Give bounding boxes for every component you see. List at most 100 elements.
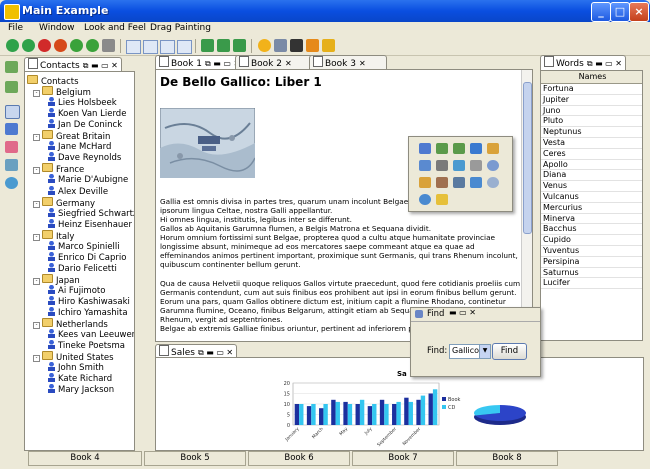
close-tab-icon[interactable]: ✕: [285, 59, 292, 68]
tab-book-4[interactable]: Book 4: [28, 451, 142, 466]
refresh-icon[interactable]: [86, 39, 99, 52]
table-row[interactable]: Apollo: [541, 160, 642, 171]
film-icon[interactable]: [436, 177, 448, 188]
collapse-icon[interactable]: -: [33, 90, 40, 98]
tree-contact[interactable]: Kees van Leeuwen: [48, 329, 134, 340]
menu-drag-painting[interactable]: Drag Painting: [150, 23, 211, 33]
panel-controls-icon[interactable]: ⧉ ▬ ▭ ✕: [198, 348, 233, 357]
tree-contact[interactable]: Jane McHard: [48, 141, 111, 152]
maximize-button[interactable]: □: [610, 2, 630, 22]
tree-contact[interactable]: Dave Reynolds: [48, 152, 121, 163]
redo-icon[interactable]: [70, 39, 83, 52]
add-icon[interactable]: [6, 39, 19, 52]
table-row[interactable]: Cupido: [541, 235, 642, 246]
notepad-icon[interactable]: [487, 143, 499, 154]
undo-icon[interactable]: [54, 39, 67, 52]
upload-icon[interactable]: [5, 61, 18, 73]
table-icon[interactable]: [160, 40, 175, 54]
tree-group[interactable]: - Germany: [33, 196, 95, 209]
link-icon[interactable]: [5, 159, 18, 171]
chart-icon[interactable]: [5, 123, 18, 135]
print-icon[interactable]: [102, 39, 115, 52]
document-icon[interactable]: [5, 105, 20, 119]
table-row[interactable]: Vesta: [541, 138, 642, 149]
collapse-icon[interactable]: -: [33, 277, 40, 285]
brush-icon[interactable]: [322, 39, 335, 52]
find-dialog[interactable]: Find ▬ ▭ ✕ Find: Gallico ▼ Find: [410, 307, 541, 377]
chevron-down-icon[interactable]: ▼: [479, 345, 490, 358]
tree-contact[interactable]: Mary Jackson: [48, 384, 114, 395]
table-row[interactable]: Neptunus: [541, 127, 642, 138]
close-tab-icon[interactable]: ✕: [359, 59, 366, 68]
tree-contact[interactable]: Marco Spinielli: [48, 240, 120, 252]
remove-icon[interactable]: [38, 39, 51, 52]
table-row[interactable]: Persipina: [541, 257, 642, 268]
table-row[interactable]: Juno: [541, 106, 642, 117]
panel-controls-icon[interactable]: ⧉ ▬ ▭ ✕: [587, 59, 622, 68]
collapse-icon[interactable]: -: [33, 355, 40, 363]
tab-book-5[interactable]: Book 5: [144, 451, 246, 466]
book-icon[interactable]: [470, 143, 482, 154]
person-icon[interactable]: [436, 194, 448, 205]
tree-group[interactable]: - Belgium: [33, 86, 91, 98]
tree-contact[interactable]: Dario Felicetti: [48, 262, 117, 274]
image-icon[interactable]: [453, 160, 465, 171]
panel-controls-icon[interactable]: ⧉ ▬ ▭ ✕: [83, 61, 118, 70]
close-button[interactable]: ×: [629, 2, 649, 22]
list-icon[interactable]: [177, 40, 192, 54]
table-row[interactable]: Vulcanus: [541, 192, 642, 203]
collapse-icon[interactable]: -: [33, 233, 40, 241]
globe-icon[interactable]: [5, 177, 18, 189]
tree-contact[interactable]: Heinz Eisenhauer: [48, 218, 132, 230]
tab-book-2[interactable]: Book 2 ✕: [235, 55, 313, 70]
table-row[interactable]: Venus: [541, 181, 642, 192]
sun-icon[interactable]: [258, 39, 271, 52]
find-button[interactable]: Find: [492, 343, 527, 360]
tree-contact[interactable]: Alex Deville: [48, 185, 108, 197]
collapse-icon[interactable]: -: [33, 322, 40, 330]
connect-icon[interactable]: [217, 39, 230, 52]
terminal-icon[interactable]: [290, 39, 303, 52]
table-row[interactable]: Fortuna: [541, 84, 642, 95]
clock-icon[interactable]: [419, 194, 431, 205]
table-row[interactable]: Mercurius: [541, 203, 642, 214]
collapse-icon[interactable]: -: [33, 167, 40, 175]
minimize-button[interactable]: _: [591, 2, 611, 22]
camera-icon[interactable]: [453, 177, 465, 188]
star-icon[interactable]: [306, 39, 319, 52]
tree-contact[interactable]: Jan De Coninck: [48, 119, 122, 130]
icon-palette[interactable]: [408, 136, 513, 212]
tab-words[interactable]: Words ⧉ ▬ ▭ ✕: [540, 55, 626, 70]
table-row[interactable]: Jupiter: [541, 95, 642, 106]
tree-contact[interactable]: Marie D'Aubigne: [48, 174, 128, 185]
tree-group[interactable]: - France: [33, 163, 84, 175]
tree-contact[interactable]: Enrico Di Caprio: [48, 251, 126, 263]
paperclip-icon[interactable]: [470, 160, 482, 171]
tree-root[interactable]: Contacts: [27, 75, 79, 87]
contacts-icon[interactable]: [419, 177, 431, 188]
panel-controls-icon[interactable]: ▬ ▭ ✕: [449, 308, 476, 317]
tree-contact[interactable]: Lies Holsbeek: [48, 97, 117, 108]
tree-group[interactable]: - Netherlands: [33, 318, 108, 330]
column-header-names[interactable]: Names: [541, 71, 642, 84]
tree-group[interactable]: - Great Britain: [33, 130, 110, 142]
table-row[interactable]: Bacchus: [541, 224, 642, 236]
tree-contact[interactable]: Tineke Poetsma: [48, 340, 125, 351]
disc-icon[interactable]: [487, 160, 499, 171]
book-scrollbar[interactable]: [521, 70, 532, 341]
check-icon[interactable]: [22, 39, 35, 52]
menu-file[interactable]: File: [8, 23, 23, 33]
table-row[interactable]: Ceres: [541, 149, 642, 160]
table-row[interactable]: Yuventus: [541, 246, 642, 257]
table-row[interactable]: Lucifer: [541, 278, 642, 290]
sales-panel[interactable]: Sa 0 5 10 15 20 January March May July September N…: [155, 357, 644, 451]
phone-icon[interactable]: [419, 160, 431, 171]
tab-book-3[interactable]: Book 3 ✕: [309, 55, 387, 70]
anchor-icon[interactable]: [274, 39, 287, 52]
tab-book-8[interactable]: Book 8: [456, 451, 558, 466]
table-row[interactable]: Saturnus: [541, 268, 642, 279]
tree-contact[interactable]: John Smith: [48, 362, 104, 373]
tools-icon[interactable]: [233, 39, 246, 52]
tree-group[interactable]: - Italy: [33, 229, 74, 242]
tab-book-7[interactable]: Book 7: [352, 451, 454, 466]
